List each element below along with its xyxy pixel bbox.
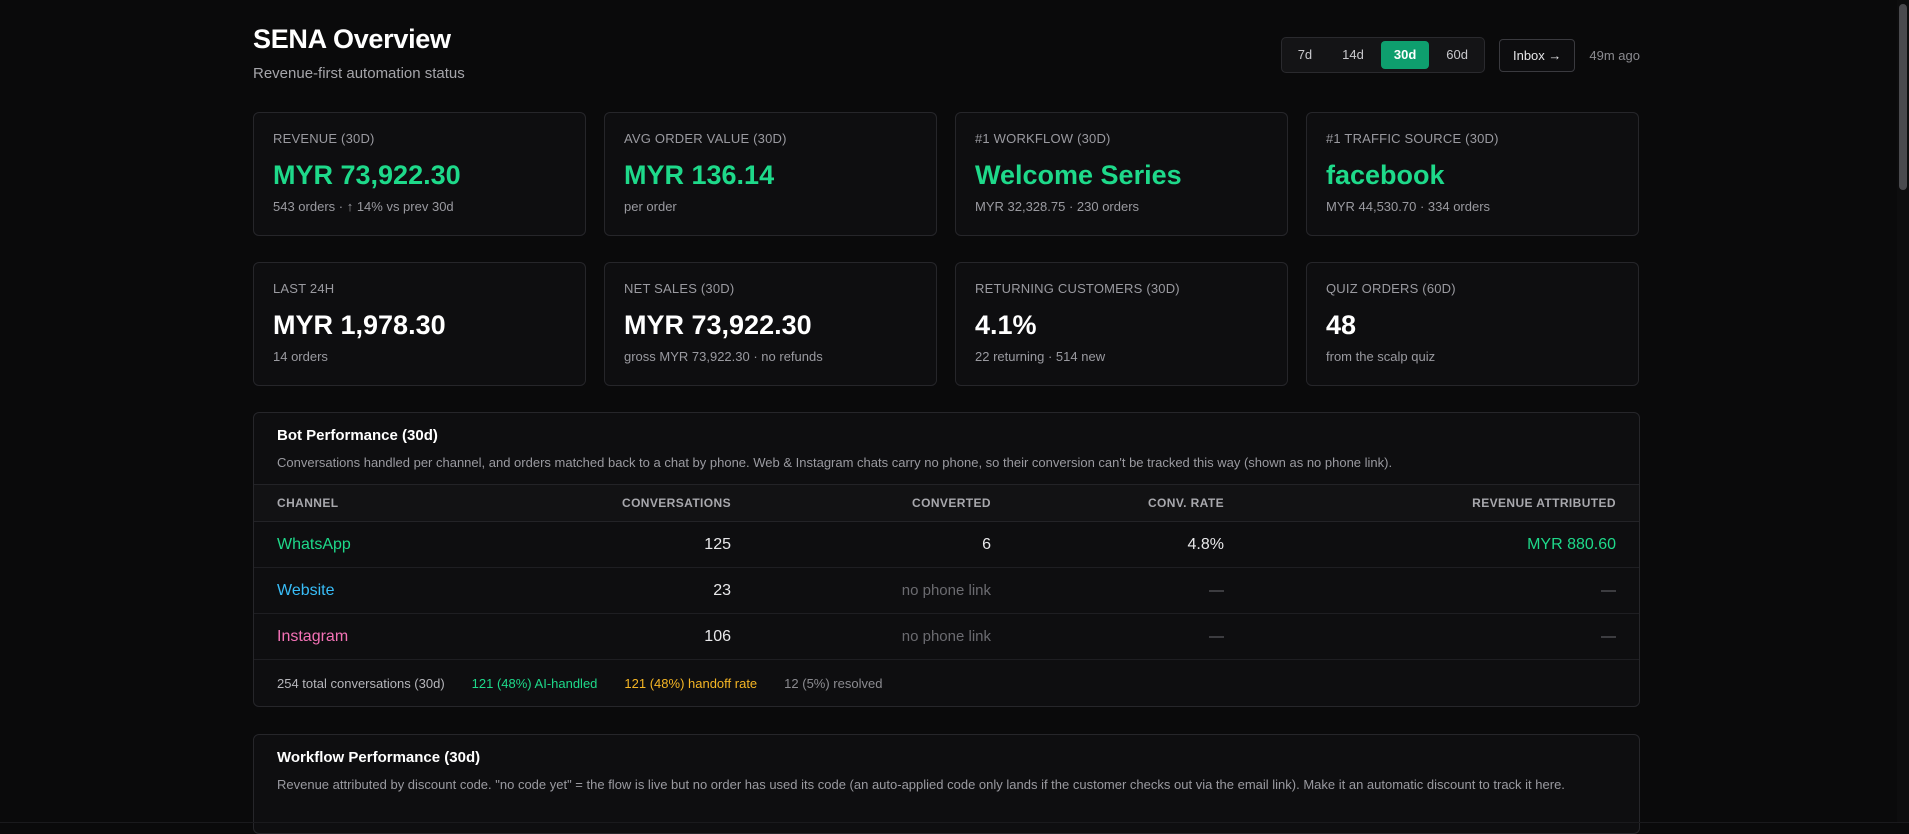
kpi-sub: gross MYR 73,922.30 · no refunds bbox=[624, 349, 823, 364]
converted-cell: no phone link bbox=[754, 567, 1014, 614]
converted-cell: no phone link bbox=[754, 613, 1014, 660]
channel-table: CHANNEL CONVERSATIONS CONVERTED CONV. RA… bbox=[254, 484, 1639, 660]
last-updated: 49m ago bbox=[1589, 47, 1640, 63]
kpi-value: MYR 136.14 bbox=[624, 160, 775, 190]
conv-rate-cell: — bbox=[1014, 613, 1247, 660]
total-conversations: 254 total conversations (30d) bbox=[277, 675, 445, 691]
kpi-sub: MYR 32,328.75 · 230 orders bbox=[975, 199, 1140, 214]
channel-name: Instagram bbox=[254, 613, 614, 660]
kpi-value: MYR 1,978.30 bbox=[273, 310, 446, 340]
workflow-performance-panel: Workflow Performance (30d) Revenue attri… bbox=[253, 734, 1640, 834]
kpi-value: MYR 73,922.30 bbox=[624, 310, 812, 340]
kpi-label: NET SALES (30D) bbox=[624, 281, 735, 296]
kpi-value: facebook bbox=[1326, 160, 1445, 190]
column-header-channel: CHANNEL bbox=[277, 496, 339, 510]
overview-page: SENA Overview Revenue-first automation s… bbox=[253, 0, 1640, 834]
conversations-cell: 23 bbox=[614, 567, 754, 614]
kpi-sub: MYR 44,530.70 · 334 orders bbox=[1326, 199, 1491, 214]
panel-description: Conversations handled per channel, and o… bbox=[277, 455, 1393, 470]
conversations-cell: 125 bbox=[614, 521, 754, 568]
kpi-sub: from the scalp quiz bbox=[1326, 349, 1436, 364]
conv-rate-cell: 4.8% bbox=[1014, 521, 1247, 568]
kpi-value: MYR 73,922.30 bbox=[273, 160, 461, 190]
kpi-card-avg-order-value: AVG ORDER VALUE (30D) MYR 136.14 per ord… bbox=[604, 112, 937, 236]
kpi-sub: 543 orders · ↑ 14% vs prev 30d bbox=[273, 199, 454, 214]
kpi-card-last-24h: LAST 24H MYR 1,978.30 14 orders bbox=[253, 262, 586, 386]
resolved-stat: 12 (5%) resolved bbox=[784, 675, 883, 691]
kpi-card-quiz-orders: QUIZ ORDERS (60D) 48 from the scalp quiz bbox=[1306, 262, 1639, 386]
ai-handled-stat: 121 (48%) AI-handled bbox=[471, 675, 598, 691]
header-controls: 7d 14d 30d 60d Inbox → 49m ago bbox=[1280, 37, 1640, 73]
table-row: WhatsApp 125 6 4.8% MYR 880.60 bbox=[254, 521, 1639, 568]
kpi-card-revenue: REVENUE (30D) MYR 73,922.30 543 orders ·… bbox=[253, 112, 586, 236]
range-14d-button[interactable]: 14d bbox=[1329, 41, 1377, 69]
range-30d-button[interactable]: 30d bbox=[1380, 41, 1430, 69]
table-header-row: CHANNEL CONVERSATIONS CONVERTED CONV. RA… bbox=[254, 484, 1639, 522]
kpi-label: AVG ORDER VALUE (30D) bbox=[624, 131, 787, 146]
conversations-cell: 106 bbox=[614, 613, 754, 660]
kpi-label: LAST 24H bbox=[273, 281, 335, 296]
kpi-card-net-sales: NET SALES (30D) MYR 73,922.30 gross MYR … bbox=[604, 262, 937, 386]
handoff-rate-stat: 121 (48%) handoff rate bbox=[624, 675, 758, 691]
panel-title: Workflow Performance (30d) bbox=[277, 749, 481, 766]
column-header-conversations: CONVERSATIONS bbox=[622, 496, 731, 510]
kpi-sub: 22 returning · 514 new bbox=[975, 349, 1106, 364]
kpi-value: 48 bbox=[1326, 310, 1357, 340]
revenue-cell: — bbox=[1247, 613, 1639, 660]
kpi-label: RETURNING CUSTOMERS (30D) bbox=[975, 281, 1180, 296]
channel-name: Website bbox=[254, 567, 614, 614]
kpi-label: #1 WORKFLOW (30D) bbox=[975, 131, 1111, 146]
kpi-sub: 14 orders bbox=[273, 349, 328, 364]
column-header-conv-rate: CONV. RATE bbox=[1147, 496, 1224, 510]
table-row: Website 23 no phone link — — bbox=[254, 567, 1639, 614]
kpi-row-secondary: LAST 24H MYR 1,978.30 14 orders NET SALE… bbox=[253, 262, 1640, 386]
revenue-cell: MYR 880.60 bbox=[1247, 521, 1639, 568]
kpi-row-primary: REVENUE (30D) MYR 73,922.30 543 orders ·… bbox=[253, 112, 1640, 236]
date-range-selector: 7d 14d 30d 60d bbox=[1280, 37, 1485, 73]
converted-cell: 6 bbox=[754, 521, 1014, 568]
page-subtitle: Revenue-first automation status bbox=[253, 65, 465, 82]
scrollbar-thumb[interactable] bbox=[1899, 4, 1907, 190]
revenue-cell: — bbox=[1247, 567, 1639, 614]
channel-name: WhatsApp bbox=[254, 521, 614, 568]
panel-header: Workflow Performance (30d) Revenue attri… bbox=[254, 735, 1639, 794]
kpi-label: #1 TRAFFIC SOURCE (30D) bbox=[1326, 131, 1499, 146]
kpi-label: QUIZ ORDERS (60D) bbox=[1326, 281, 1456, 296]
panel-title: Bot Performance (30d) bbox=[277, 427, 438, 444]
bot-performance-panel: Bot Performance (30d) Conversations hand… bbox=[253, 412, 1640, 707]
conv-rate-cell: — bbox=[1014, 567, 1247, 614]
panel-description: Revenue attributed by discount code. "no… bbox=[277, 777, 1565, 792]
page-title: SENA Overview bbox=[253, 24, 451, 54]
kpi-value: Welcome Series bbox=[975, 160, 1182, 190]
column-header-converted: CONVERTED bbox=[912, 496, 991, 510]
kpi-sub: per order bbox=[624, 199, 677, 214]
page-header: SENA Overview Revenue-first automation s… bbox=[253, 0, 1640, 112]
kpi-value: 4.1% bbox=[975, 310, 1037, 340]
table-row: Instagram 106 no phone link — — bbox=[254, 613, 1639, 660]
kpi-card-top-traffic-source: #1 TRAFFIC SOURCE (30D) facebook MYR 44,… bbox=[1306, 112, 1639, 236]
page-scrollbar[interactable] bbox=[1897, 0, 1909, 823]
column-header-revenue: REVENUE ATTRIBUTED bbox=[1472, 496, 1616, 510]
range-60d-button[interactable]: 60d bbox=[1433, 41, 1481, 69]
panel-header: Bot Performance (30d) Conversations hand… bbox=[254, 413, 1639, 472]
conversation-summary: 254 total conversations (30d) 121 (48%) … bbox=[254, 660, 1639, 706]
inbox-button[interactable]: Inbox → bbox=[1498, 38, 1576, 72]
range-7d-button[interactable]: 7d bbox=[1285, 41, 1325, 69]
kpi-card-top-workflow: #1 WORKFLOW (30D) Welcome Series MYR 32,… bbox=[955, 112, 1288, 236]
kpi-label: REVENUE (30D) bbox=[273, 131, 375, 146]
kpi-card-returning-customers: RETURNING CUSTOMERS (30D) 4.1% 22 return… bbox=[955, 262, 1288, 386]
